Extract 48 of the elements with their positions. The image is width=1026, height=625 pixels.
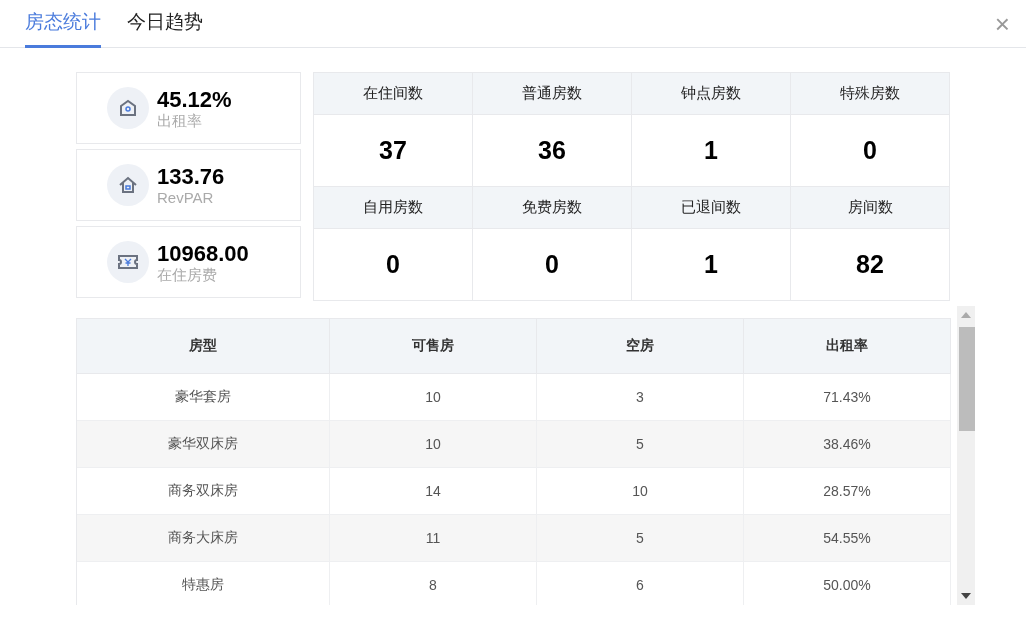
stat-value: 82 [791,229,950,301]
summary-label: 在住房费 [157,265,218,283]
house-icon [118,98,138,118]
table-cell: 10 [329,373,537,421]
table-cell: 豪华套房 [77,373,330,421]
table-cell: 54.55% [743,514,951,562]
column-header: 房型 [77,318,330,374]
stat-label: 钟点房数 [632,73,791,115]
stat-label: 免费房数 [473,187,632,229]
stat-label: 特殊房数 [791,73,950,115]
stat-label: 普通房数 [473,73,632,115]
tab[interactable]: 房态统计 [25,9,101,48]
scroll-up-icon[interactable] [961,312,971,318]
stat-label: 在住间数 [314,73,473,115]
table-cell: 豪华双床房 [77,420,330,468]
table-cell: 10 [329,420,537,468]
stat-label: 已退间数 [632,187,791,229]
table-cell: 10 [536,467,744,515]
stat-value: 0 [314,229,473,301]
ticket-icon [117,253,139,271]
table-cell: 38.46% [743,420,951,468]
table-cell: 28.57% [743,467,951,515]
stat-label: 自用房数 [314,187,473,229]
stat-value: 0 [473,229,632,301]
table-cell: 11 [329,514,537,562]
column-header: 空房 [536,318,744,374]
summary-label: RevPAR [157,188,215,206]
scrollbar-thumb[interactable] [959,327,975,431]
tab[interactable]: 今日趋势 [127,9,203,48]
scrollbar[interactable] [957,306,975,605]
table-cell: 商务大床房 [77,514,330,562]
stat-value: 1 [632,229,791,301]
table-cell: 5 [536,420,744,468]
stat-label: 房间数 [791,187,950,229]
house-icon [118,175,138,195]
table-cell: 71.43% [743,373,951,421]
summary-value: 133.76 [157,164,225,189]
scroll-down-icon[interactable] [961,593,971,599]
close-button[interactable]: × [990,10,1014,38]
column-header: 出租率 [743,318,951,374]
table-cell: 14 [329,467,537,515]
column-header: 可售房 [329,318,537,374]
summary-value: 10968.00 [157,241,249,266]
table-cell: 5 [536,514,744,562]
table-cell: 3 [536,373,744,421]
summary-value: 45.12% [157,87,232,112]
table-cell: 商务双床房 [77,467,330,515]
summary-label: 出租率 [157,111,203,129]
